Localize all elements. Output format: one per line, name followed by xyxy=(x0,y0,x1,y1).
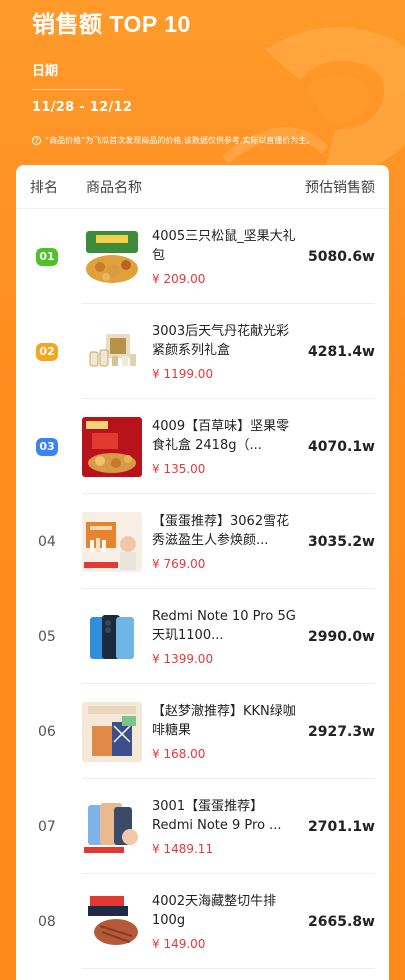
sales-value: 2990.0w xyxy=(308,628,375,645)
product-name[interactable]: 3003后天气丹花献光彩紧颜系列礼盒 xyxy=(152,322,299,360)
rank-cell: 04 xyxy=(16,534,82,550)
rank-medal: 01 xyxy=(36,247,58,266)
sales-value: 3035.2w xyxy=(308,533,375,550)
table-row[interactable]: 06 【赵梦澈推荐】KKN绿咖啡糖果 ¥ 168.00 2927.3w xyxy=(16,684,389,779)
rank-medal: 02 xyxy=(36,342,58,361)
date-range: 11/28 - 12/12 xyxy=(32,100,133,115)
price-note-text: “商品价格”为飞瓜首次发现商品的价格,该数据仅供参考,实际以直播价为主。 xyxy=(45,136,315,145)
product-thumbnail[interactable] xyxy=(82,891,142,952)
rank-cell: 05 xyxy=(16,629,82,645)
table-row[interactable]: 02 3003后天气丹花献光彩紧颜系列礼盒 ¥ 1199.00 4281.4w xyxy=(16,304,389,399)
product-info: 【蛋蛋推荐】3062雪花秀滋盈生人参焕颜... ¥ 769.00 xyxy=(152,512,307,571)
product-thumbnail[interactable] xyxy=(82,511,142,572)
divider xyxy=(32,89,124,90)
price-note: ? “商品价格”为飞瓜首次发现商品的价格,该数据仅供参考,实际以直播价为主。 xyxy=(32,135,387,146)
table-row[interactable]: 08 4002天海藏整切牛排100g ¥ 149.00 2665.8w xyxy=(16,874,389,969)
sales-value: 5080.6w xyxy=(308,248,375,265)
product-price: ¥ 209.00 xyxy=(152,272,206,286)
product-price: ¥ 1199.00 xyxy=(152,367,214,381)
column-product-name: 商品名称 xyxy=(86,179,142,196)
rank-number: 06 xyxy=(38,723,56,740)
product-info: 【赵梦澈推荐】KKN绿咖啡糖果 ¥ 168.00 xyxy=(152,702,307,761)
sales-value: 2701.1w xyxy=(308,818,375,835)
sales-value: 2665.8w xyxy=(308,913,375,930)
product-name[interactable]: 4002天海藏整切牛排100g xyxy=(152,892,299,930)
product-name[interactable]: 【赵梦澈推荐】KKN绿咖啡糖果 xyxy=(152,702,299,740)
product-info: 4009【百草味】坚果零食礼盒 2418g（... ¥ 135.00 xyxy=(152,417,307,476)
product-name[interactable]: 4005三只松鼠_坚果大礼包 xyxy=(152,227,299,265)
product-price: ¥ 168.00 xyxy=(152,747,206,761)
page-title: 销售额 TOP 10 xyxy=(32,11,191,37)
product-thumbnail[interactable] xyxy=(82,226,142,287)
rank-number: 04 xyxy=(38,533,56,550)
rank-cell: 08 xyxy=(16,914,82,930)
table-header: 排名 商品名称 预估销售额 xyxy=(16,165,389,209)
product-name[interactable]: 4009【百草味】坚果零食礼盒 2418g（... xyxy=(152,417,299,455)
product-info: 4005三只松鼠_坚果大礼包 ¥ 209.00 xyxy=(152,227,307,286)
product-price: ¥ 1489.11 xyxy=(152,842,214,856)
rank-cell: 02 xyxy=(16,342,82,361)
table-row[interactable]: 05 Redmi Note 10 Pro 5G 天玑1100... ¥ 1399… xyxy=(16,589,389,684)
product-thumbnail[interactable] xyxy=(82,321,142,382)
product-info: 3001【蛋蛋推荐】Redmi Note 9 Pro ... ¥ 1489.11 xyxy=(152,797,307,856)
product-price: ¥ 1399.00 xyxy=(152,652,214,666)
product-price: ¥ 149.00 xyxy=(152,937,206,951)
sales-value: 4281.4w xyxy=(308,343,375,360)
ranking-card: 排名 商品名称 预估销售额 01 4005三只松鼠_坚果大礼包 ¥ 209.00… xyxy=(16,165,389,980)
date-label: 日期 xyxy=(32,64,59,79)
ranking-list: 01 4005三只松鼠_坚果大礼包 ¥ 209.00 5080.6w 02 30… xyxy=(16,209,389,969)
product-price: ¥ 135.00 xyxy=(152,462,206,476)
rank-cell: 01 xyxy=(16,247,82,266)
column-sales: 预估销售额 xyxy=(305,179,375,196)
product-thumbnail[interactable] xyxy=(82,701,142,762)
rank-number: 07 xyxy=(38,818,56,835)
product-name[interactable]: 3001【蛋蛋推荐】Redmi Note 9 Pro ... xyxy=(152,797,299,835)
product-thumbnail[interactable] xyxy=(82,796,142,857)
rank-number: 05 xyxy=(38,628,56,645)
product-info: 4002天海藏整切牛排100g ¥ 149.00 xyxy=(152,892,307,951)
product-info: 3003后天气丹花献光彩紧颜系列礼盒 ¥ 1199.00 xyxy=(152,322,307,381)
sales-value: 2927.3w xyxy=(308,723,375,740)
rank-medal: 03 xyxy=(36,437,58,456)
sales-value: 4070.1w xyxy=(308,438,375,455)
product-thumbnail[interactable] xyxy=(82,416,142,477)
table-row[interactable]: 07 3001【蛋蛋推荐】Redmi Note 9 Pro ... ¥ 1489… xyxy=(16,779,389,874)
table-row[interactable]: 03 4009【百草味】坚果零食礼盒 2418g（... ¥ 135.00 40… xyxy=(16,399,389,494)
header: 销售额 TOP 10 日期 11/28 - 12/12 ? “商品价格”为飞瓜首… xyxy=(0,0,405,165)
product-thumbnail[interactable] xyxy=(82,606,142,667)
rank-number: 08 xyxy=(38,913,56,930)
product-price: ¥ 769.00 xyxy=(152,557,206,571)
rank-cell: 03 xyxy=(16,437,82,456)
product-name[interactable]: Redmi Note 10 Pro 5G 天玑1100... xyxy=(152,607,299,645)
rank-cell: 06 xyxy=(16,724,82,740)
column-rank: 排名 xyxy=(30,179,58,196)
question-icon: ? xyxy=(32,136,41,145)
product-name[interactable]: 【蛋蛋推荐】3062雪花秀滋盈生人参焕颜... xyxy=(152,512,299,550)
table-row[interactable]: 01 4005三只松鼠_坚果大礼包 ¥ 209.00 5080.6w xyxy=(16,209,389,304)
rank-cell: 07 xyxy=(16,819,82,835)
product-info: Redmi Note 10 Pro 5G 天玑1100... ¥ 1399.00 xyxy=(152,607,307,666)
table-row[interactable]: 04 【蛋蛋推荐】3062雪花秀滋盈生人参焕颜... ¥ 769.00 3035… xyxy=(16,494,389,589)
